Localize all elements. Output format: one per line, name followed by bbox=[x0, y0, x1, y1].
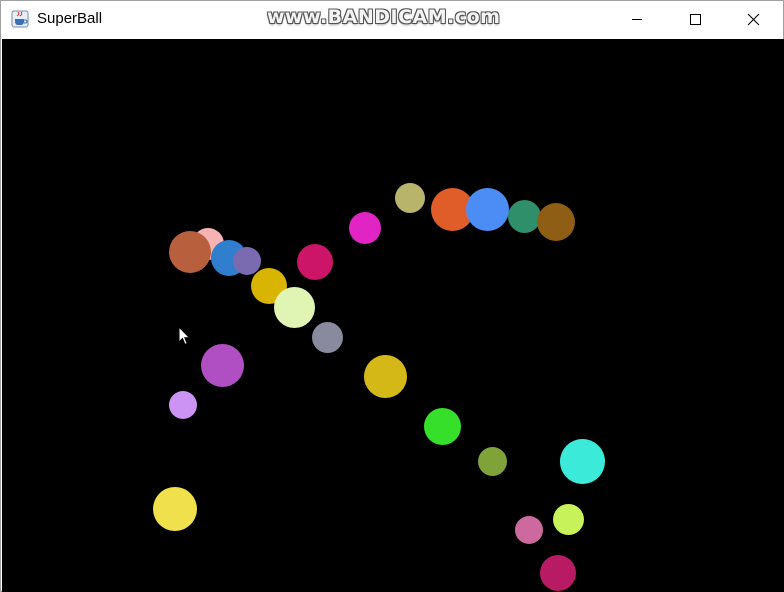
ball bbox=[508, 200, 541, 233]
ball bbox=[297, 244, 333, 280]
ball bbox=[537, 203, 575, 241]
ball bbox=[424, 408, 461, 445]
ball bbox=[478, 447, 507, 476]
minimize-button[interactable] bbox=[608, 1, 666, 38]
bandicam-watermark: www.BANDICAM.com bbox=[267, 6, 501, 28]
ball bbox=[515, 516, 543, 544]
window-title: SuperBall bbox=[37, 10, 103, 27]
ball bbox=[153, 487, 197, 531]
ball bbox=[540, 555, 576, 591]
close-button[interactable] bbox=[724, 1, 782, 38]
ball bbox=[169, 391, 197, 419]
ball-canvas[interactable] bbox=[2, 39, 784, 592]
maximize-button[interactable] bbox=[666, 1, 724, 38]
ball bbox=[233, 247, 261, 275]
ball bbox=[169, 231, 211, 273]
app-window: SuperBall www.BANDICAM.com bbox=[0, 0, 784, 592]
ball bbox=[349, 212, 381, 244]
title-bar[interactable]: SuperBall www.BANDICAM.com bbox=[1, 1, 783, 38]
ball bbox=[201, 344, 244, 387]
ball bbox=[560, 439, 605, 484]
ball bbox=[312, 322, 343, 353]
ball bbox=[466, 188, 509, 231]
mouse-pointer-icon bbox=[178, 325, 192, 351]
ball bbox=[274, 287, 315, 328]
ball bbox=[395, 183, 425, 213]
ball bbox=[553, 504, 584, 535]
java-app-icon bbox=[11, 10, 29, 28]
ball bbox=[364, 355, 407, 398]
